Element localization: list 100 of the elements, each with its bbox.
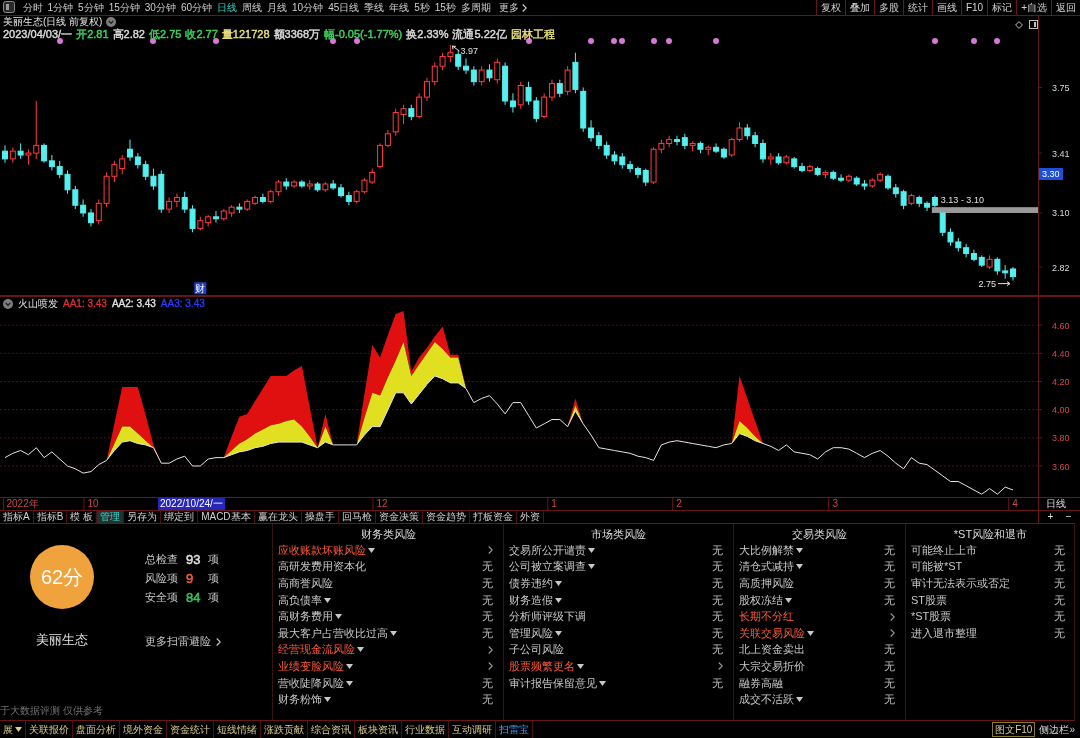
zoom-button[interactable]: +: [1043, 511, 1058, 523]
diamond-icon[interactable]: [1015, 20, 1023, 29]
toolbar-button[interactable]: 多股: [873, 0, 903, 15]
risk-item[interactable]: 财务粉饰: [278, 692, 331, 708]
risk-item[interactable]: 大宗交易折价: [739, 658, 805, 674]
circle-caret-icon[interactable]: [106, 17, 117, 27]
side-link[interactable]: 图文F10: [992, 722, 1036, 737]
period-tab[interactable]: 多周期: [458, 0, 494, 15]
bottom-tab[interactable]: 板块资讯: [355, 721, 402, 738]
bottom-tab[interactable]: 境外资金: [120, 721, 167, 738]
risk-item[interactable]: 高财务费用: [278, 609, 342, 625]
indicator-tab[interactable]: 外资: [516, 511, 544, 523]
period-tab[interactable]: 年线: [386, 0, 412, 15]
period-tab[interactable]: 10分钟: [289, 0, 326, 15]
bottom-tab[interactable]: 涨跌贡献: [261, 721, 308, 738]
risk-item[interactable]: 股权冻结: [739, 592, 792, 608]
risk-item[interactable]: 可能终止上市: [911, 542, 977, 558]
period-tab[interactable]: 45日线: [325, 0, 362, 15]
indicator-tab[interactable]: 管理: [97, 511, 125, 523]
bottom-tab[interactable]: 扫雷宝: [496, 721, 533, 738]
period-tab[interactable]: 30分钟: [142, 0, 179, 15]
risk-item[interactable]: 应收账款坏账风险: [278, 542, 375, 558]
bottom-tab[interactable]: 行业数据: [402, 721, 449, 738]
risk-item[interactable]: 管理风险: [509, 625, 562, 641]
indicator-tab[interactable]: 资金趋势: [422, 511, 470, 523]
risk-item[interactable]: *ST股票: [911, 609, 952, 625]
period-tab[interactable]: 5分钟: [75, 0, 107, 15]
risk-item[interactable]: 业绩变脸风险: [278, 658, 353, 674]
risk-item[interactable]: 成交不活跃: [739, 692, 803, 708]
risk-item[interactable]: 清仓式减持: [739, 559, 803, 575]
period-tab[interactable]: 5秒: [411, 0, 433, 15]
indicator-tab[interactable]: 指标B: [33, 511, 68, 523]
toolbar-button[interactable]: 复权: [815, 0, 845, 15]
indicator-tab[interactable]: 回马枪: [338, 511, 376, 523]
risk-item[interactable]: 最大客户占营收比过高: [278, 625, 397, 641]
risk-item[interactable]: 高研发费用资本化: [278, 559, 366, 575]
indicator-tab[interactable]: 赢在龙头: [254, 511, 302, 523]
period-tab[interactable]: 60分钟: [178, 0, 215, 15]
period-tab[interactable]: 日线: [214, 0, 240, 15]
risk-status: 无: [884, 559, 895, 575]
risk-item[interactable]: 高质押风险: [739, 576, 794, 591]
risk-item[interactable]: 审计无法表示或否定: [911, 576, 1010, 591]
period-tab[interactable]: 15分钟: [106, 0, 143, 15]
risk-item[interactable]: 可能被*ST: [911, 559, 963, 575]
side-link[interactable]: 侧边栏»: [1037, 723, 1077, 736]
toolbar-button[interactable]: 画线: [931, 0, 961, 15]
risk-item[interactable]: 股票频繁更名: [509, 658, 584, 674]
toolbar-button[interactable]: 统计: [902, 0, 932, 15]
bottom-tab[interactable]: 关联报价: [26, 721, 73, 738]
risk-item[interactable]: 公司被立案调查: [509, 559, 595, 575]
bottom-tab[interactable]: 互动调研: [449, 721, 496, 738]
period-tab[interactable]: 周线: [239, 0, 265, 15]
risk-item[interactable]: 财务造假: [509, 592, 562, 608]
bottom-tab[interactable]: 资金统计: [167, 721, 214, 738]
risk-item[interactable]: 经营现金流风险: [278, 642, 364, 658]
period-tab[interactable]: 15秒: [432, 0, 459, 15]
risk-item[interactable]: 子公司风险: [509, 642, 564, 658]
finance-event-tag[interactable]: 财: [194, 282, 207, 295]
risk-item[interactable]: 融券高融: [739, 675, 783, 691]
risk-item[interactable]: 进入退市整理: [911, 625, 977, 641]
toolbar-button[interactable]: 叠加: [844, 0, 874, 15]
risk-item[interactable]: 审计报告保留意见: [509, 675, 606, 691]
bottom-tab[interactable]: 短线情绪: [214, 721, 261, 738]
panel-toggle-icon[interactable]: [3, 1, 15, 13]
zoom-button[interactable]: −: [1061, 511, 1076, 523]
period-tab[interactable]: 月线: [264, 0, 290, 15]
period-label: 日线: [1046, 498, 1066, 509]
bottom-tab[interactable]: 展: [0, 721, 26, 738]
risk-status: 无: [482, 559, 493, 575]
risk-item[interactable]: 高负债率: [278, 592, 331, 608]
risk-item[interactable]: ST股票: [911, 592, 948, 608]
circle-caret-icon[interactable]: [3, 298, 13, 309]
period-tab[interactable]: 1分钟: [45, 0, 76, 15]
risk-item[interactable]: 长期不分红: [739, 609, 794, 625]
period-tab[interactable]: 分时: [20, 0, 45, 15]
more-scan-link[interactable]: 更多扫雷避险: [145, 634, 221, 649]
bottom-tab[interactable]: 盘面分析: [73, 721, 120, 738]
indicator-tab[interactable]: 绑定到: [161, 511, 199, 523]
risk-item[interactable]: 大比例解禁: [739, 542, 803, 558]
indicator-tab[interactable]: MACD基本: [198, 511, 255, 523]
indicator-tab[interactable]: 打板资金: [469, 511, 517, 523]
toolbar-button[interactable]: 标记: [987, 0, 1017, 15]
toolbar-button[interactable]: 返回: [1051, 0, 1080, 15]
risk-item[interactable]: 债券违约: [509, 576, 562, 591]
period-tab[interactable]: 季线: [361, 0, 387, 15]
toolbar-button[interactable]: +自选: [1016, 0, 1051, 15]
risk-item[interactable]: 高商誉风险: [278, 576, 333, 591]
more-menu[interactable]: 更多: [496, 0, 530, 15]
indicator-tab[interactable]: 资金决策: [375, 511, 423, 523]
indicator-tab[interactable]: 操盘手: [301, 511, 339, 523]
risk-item[interactable]: 分析师评级下调: [509, 609, 586, 625]
risk-item[interactable]: 交易所公开谴责: [509, 542, 595, 558]
risk-item[interactable]: 关联交易风险: [739, 625, 814, 641]
risk-item[interactable]: 北上资金卖出: [739, 642, 805, 658]
risk-item[interactable]: 营收陡降风险: [278, 675, 353, 691]
bottom-tab[interactable]: 综合资讯: [308, 721, 355, 738]
panel-icon[interactable]: [1029, 20, 1038, 29]
indicator-tab[interactable]: 指标A: [0, 511, 34, 523]
toolbar-button[interactable]: F10: [960, 0, 988, 15]
indicator-tab[interactable]: 另存为: [124, 511, 162, 523]
